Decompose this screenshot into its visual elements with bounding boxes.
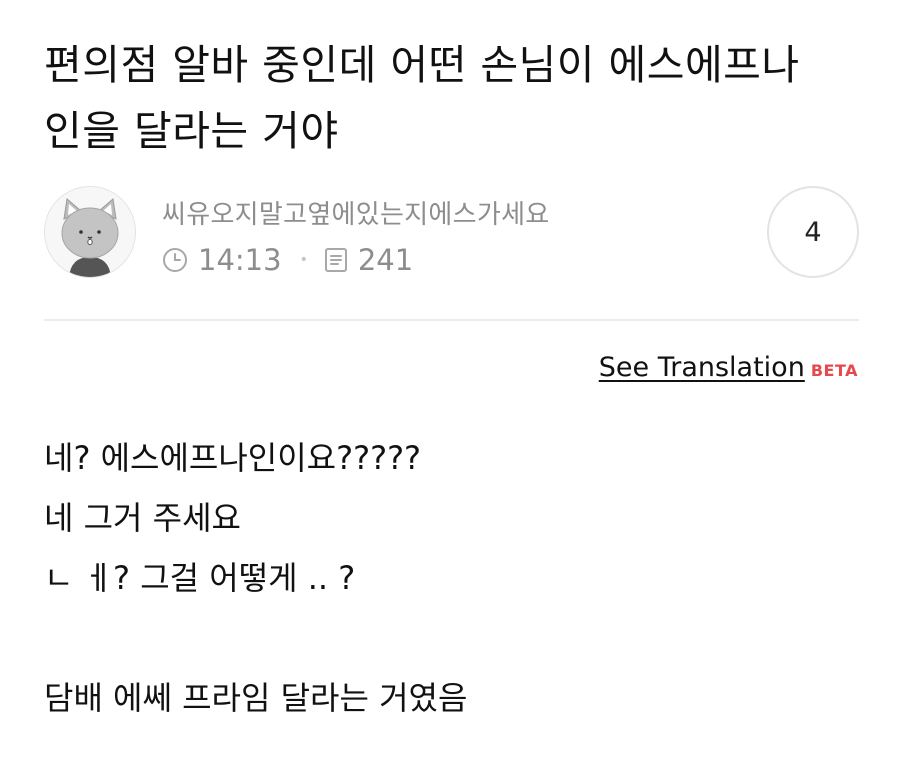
post-meta: 14:13 • 241	[162, 240, 413, 280]
translation-control: See Translation BETA	[599, 352, 858, 383]
view-count: 241	[357, 243, 414, 277]
body-line: 네? 에스에프나인이요?????	[44, 439, 422, 477]
cat-avatar-icon	[45, 187, 135, 277]
document-icon	[324, 248, 347, 272]
beta-badge: BETA	[810, 361, 858, 380]
see-translation-link[interactable]: See Translation	[599, 352, 805, 383]
body-line: ㄴ ㅔ? 그걸 어떻게 .. ?	[44, 559, 356, 597]
author-avatar[interactable]	[44, 186, 136, 278]
header-divider	[44, 319, 859, 321]
post-time: 14:13	[198, 243, 282, 277]
body-line: 담배 에쎄 프라임 달라는 거였음	[44, 679, 468, 717]
clock-icon	[163, 248, 187, 272]
post-body: 네? 에스에프나인이요????? 네 그거 주세요 ㄴ ㅔ? 그걸 어떻게 ..…	[44, 428, 859, 728]
meta-separator-dot: •	[299, 252, 308, 268]
comment-count-button[interactable]: 4	[767, 186, 859, 278]
author-row: 씨유오지말고옆에있는지에스가세요 14:13 • 241 4	[44, 186, 859, 280]
post-title: 편의점 알바 중인데 어떤 손님이 에스에프나 인을 달라는 거야	[44, 41, 800, 155]
body-line: 네 그거 주세요	[44, 499, 241, 537]
body-blank-line	[44, 608, 859, 668]
author-nickname[interactable]: 씨유오지말고옆에있는지에스가세요	[162, 194, 550, 231]
